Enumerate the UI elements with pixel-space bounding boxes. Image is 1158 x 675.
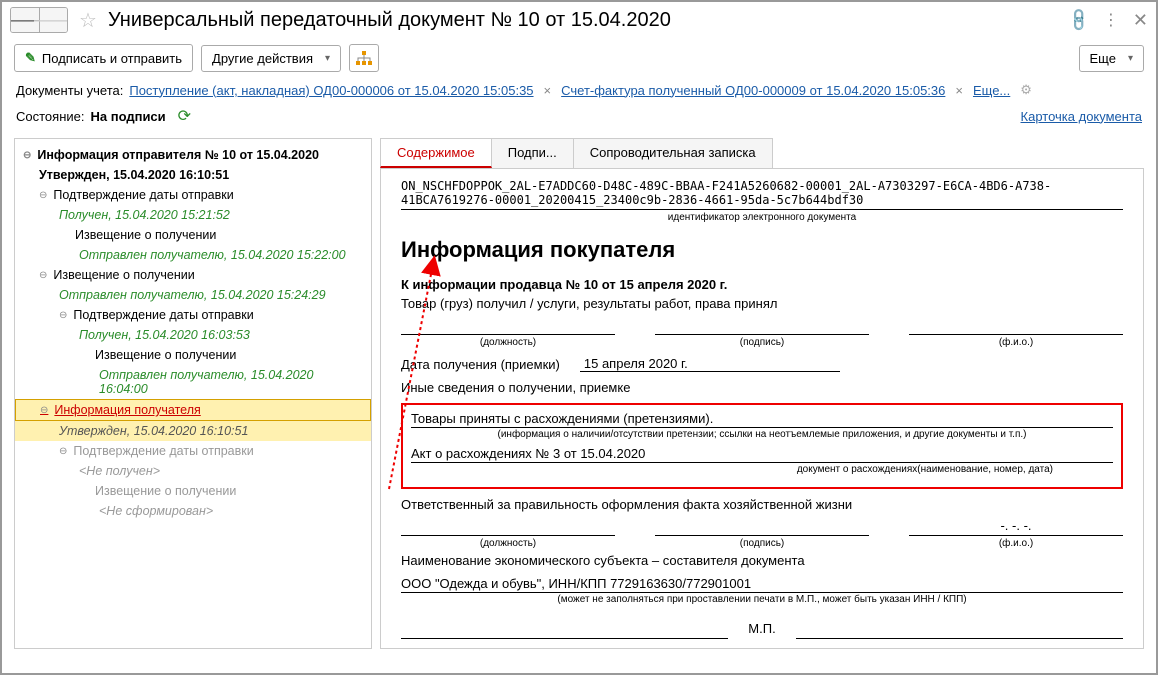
date-recv-value: 15 апреля 2020 г. — [580, 356, 840, 372]
tree-root-status: Утвержден, 15.04.2020 16:10:51 — [15, 165, 371, 185]
tree-n2[interactable]: Извещение о получении — [15, 225, 371, 245]
docrow-label: Документы учета: — [16, 83, 123, 98]
status-value: На подписи — [90, 109, 165, 124]
sig-fio-label: (ф.и.о.) — [909, 337, 1123, 348]
claim-sub: (информация о наличии/отсутствии претенз… — [411, 429, 1113, 440]
collapse-icon[interactable]: ⊖ — [59, 310, 67, 321]
resp-fio: -. -. -. — [909, 518, 1123, 536]
seller-ref: К информации продавца № 10 от 15 апреля … — [401, 277, 1123, 292]
doc-link-1-close[interactable]: × — [544, 83, 552, 98]
resp-sign-label: (подпись) — [655, 538, 869, 549]
kebab-icon[interactable]: ⋮ — [1103, 10, 1119, 30]
sig-sign-label: (подпись) — [655, 337, 869, 348]
tree-n4-status: Получен, 15.04.2020 16:03:53 — [15, 325, 371, 345]
tree-n4[interactable]: ⊖Подтверждение даты отправки — [15, 305, 371, 325]
doc-id-label: идентификатор электронного документа — [401, 212, 1123, 223]
tree-n5-status: Отправлен получателю, 15.04.2020 16:04:0… — [15, 365, 371, 399]
tab-signatures[interactable]: Подпи... — [491, 138, 574, 168]
sig-position — [401, 317, 615, 335]
more-label: Еще — [1090, 51, 1116, 66]
received-line: Товар (груз) получил / услуги, результат… — [401, 296, 1123, 311]
resp-fio-label: (ф.и.о.) — [909, 538, 1123, 549]
close-icon[interactable]: ✕ — [1133, 10, 1148, 31]
page-title: Универсальный передаточный документ № 10… — [108, 9, 1069, 32]
sign-send-label: Подписать и отправить — [42, 51, 182, 66]
forward-button[interactable]: 🡒 — [39, 8, 67, 32]
tree-n8[interactable]: Извещение о получении — [15, 481, 371, 501]
collapse-icon[interactable]: ⊖ — [39, 270, 47, 281]
collapse-icon[interactable]: ⊖ — [40, 405, 48, 416]
tree-n3-status: Отправлен получателю, 15.04.2020 15:24:2… — [15, 285, 371, 305]
tree-n7-status: <Не получен> — [15, 461, 371, 481]
status-label: Состояние: — [16, 109, 84, 124]
resp-position — [401, 518, 615, 536]
subject-value: ООО "Одежда и обувь", ИНН/КПП 7729163630… — [401, 576, 1123, 593]
tabs: Содержимое Подпи... Сопроводительная зап… — [380, 138, 1144, 168]
tree-n2-status: Отправлен получателю, 15.04.2020 15:22:0… — [15, 245, 371, 265]
tab-content[interactable]: Содержимое — [380, 138, 492, 168]
doc-link-2-close[interactable]: × — [955, 83, 963, 98]
tree-n5[interactable]: Извещение о получении — [15, 345, 371, 365]
doc-id: ON_NSCHFDOPPOK_2AL-E7ADDC60-D48C-489C-BB… — [401, 179, 1123, 210]
claims-box: Товары приняты с расхождениями (претензи… — [401, 403, 1123, 489]
tree-n1[interactable]: ⊖Подтверждение даты отправки — [15, 185, 371, 205]
favorite-icon[interactable]: ☆ — [76, 8, 100, 32]
mp-right — [796, 621, 1123, 639]
doc-card-link[interactable]: Карточка документа — [1021, 109, 1142, 124]
doc-link-more[interactable]: Еще... — [973, 83, 1010, 98]
act-text: Акт о расхождениях № 3 от 15.04.2020 — [411, 446, 1113, 463]
act-sub: документ о расхождениях(наименование, но… — [411, 464, 1113, 475]
tree-n7[interactable]: ⊖Подтверждение даты отправки — [15, 441, 371, 461]
other-info: Иные сведения о получении, приемке — [401, 380, 1123, 395]
link-icon[interactable]: 🔗 — [1065, 6, 1093, 34]
collapse-icon[interactable]: ⊖ — [59, 446, 67, 457]
mp-label: М.П. — [728, 621, 795, 639]
doc-link-2[interactable]: Счет-фактура полученный ОД00-000009 от 1… — [561, 83, 945, 98]
structure-button[interactable] — [349, 44, 379, 72]
responsible: Ответственный за правильность оформления… — [401, 497, 1123, 512]
other-actions-button[interactable]: Другие действия — [201, 45, 341, 72]
sign-icon: ✎ — [25, 50, 36, 66]
mp-left — [401, 621, 728, 639]
resp-pos-label: (должность) — [401, 538, 615, 549]
reload-icon[interactable]: ⟳ — [178, 106, 191, 126]
sig-pos-label: (должность) — [401, 337, 615, 348]
collapse-icon[interactable]: ⊖ — [23, 150, 31, 161]
doc-heading: Информация покупателя — [401, 237, 1123, 263]
sign-send-button[interactable]: ✎ Подписать и отправить — [14, 44, 193, 72]
nav-buttons: 🡐 🡒 — [10, 7, 68, 33]
claim-text: Товары приняты с расхождениями (претензи… — [411, 411, 1113, 428]
gear-icon[interactable]: ⚙ — [1020, 82, 1032, 98]
collapse-icon[interactable]: ⊖ — [39, 190, 47, 201]
date-recv-label: Дата получения (приемки) — [401, 357, 560, 372]
tree-n6-status: Утвержден, 15.04.2020 16:10:51 — [15, 421, 371, 441]
tab-note[interactable]: Сопроводительная записка — [573, 138, 773, 168]
tree-n1-status: Получен, 15.04.2020 15:21:52 — [15, 205, 371, 225]
other-actions-label: Другие действия — [212, 51, 313, 66]
tree-n8-status: <Не сформирован> — [15, 501, 371, 521]
doc-link-1[interactable]: Поступление (акт, накладная) ОД00-000006… — [129, 83, 533, 98]
more-button[interactable]: Еще — [1079, 45, 1144, 72]
subject-label: Наименование экономического субъекта – с… — [401, 553, 1123, 568]
sig-fio — [909, 317, 1123, 335]
tree-root[interactable]: ⊖Информация отправителя № 10 от 15.04.20… — [15, 145, 371, 165]
document-preview: ON_NSCHFDOPPOK_2AL-E7ADDC60-D48C-489C-BB… — [380, 168, 1144, 649]
tree-n3[interactable]: ⊖Извещение о получении — [15, 265, 371, 285]
tree-n6-selected[interactable]: ⊖Информация получателя — [15, 399, 371, 421]
resp-signature — [655, 518, 869, 536]
tree-pane: ⊖Информация отправителя № 10 от 15.04.20… — [14, 138, 372, 649]
sig-signature — [655, 317, 869, 335]
subject-sub: (может не заполняться при проставлении п… — [401, 594, 1123, 605]
structure-icon — [356, 51, 372, 65]
